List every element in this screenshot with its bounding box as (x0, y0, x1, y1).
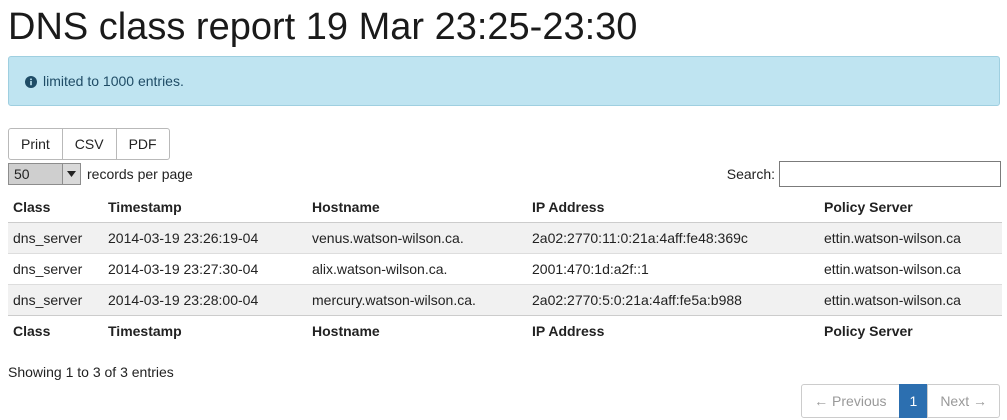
next-page-button[interactable]: Next → (927, 384, 1000, 418)
records-per-page-value: 50 (14, 166, 30, 182)
cell-policy-server: ettin.watson-wilson.ca (819, 284, 1002, 316)
pagination: ← Previous 1 Next → (801, 384, 1000, 418)
cell-class: dns_server (8, 253, 103, 285)
table-header-row: Class Timestamp Hostname IP Address Poli… (8, 192, 1002, 223)
footer-header-class: Class (8, 315, 103, 346)
cell-class: dns_server (8, 284, 103, 316)
records-per-page-label: records per page (87, 166, 193, 182)
csv-button[interactable]: CSV (61, 128, 117, 160)
cell-policy-server: ettin.watson-wilson.ca (819, 253, 1002, 285)
report-table: Class Timestamp Hostname IP Address Poli… (8, 192, 1002, 346)
export-buttons: Print CSV PDF (8, 128, 170, 160)
table-footer-row: Class Timestamp Hostname IP Address Poli… (8, 315, 1002, 346)
cell-policy-server: ettin.watson-wilson.ca (819, 222, 1002, 254)
column-header-hostname[interactable]: Hostname (307, 192, 527, 223)
column-header-timestamp[interactable]: Timestamp (103, 192, 307, 223)
footer-header-timestamp: Timestamp (103, 315, 307, 346)
info-alert: limited to 1000 entries. (8, 56, 1000, 106)
cell-ip-address: 2001:470:1d:a2f::1 (527, 253, 819, 285)
chevron-down-icon[interactable] (62, 164, 80, 184)
footer-header-policy-server: Policy Server (819, 315, 1002, 346)
page-1-button[interactable]: 1 (898, 384, 929, 418)
info-icon (25, 75, 37, 88)
table-row: dns_server 2014-03-19 23:27:30-04 alix.w… (8, 253, 1002, 285)
pdf-button[interactable]: PDF (115, 128, 170, 160)
alert-text: limited to 1000 entries. (43, 73, 184, 89)
cell-hostname: venus.watson-wilson.ca. (307, 222, 527, 254)
cell-timestamp: 2014-03-19 23:27:30-04 (103, 253, 307, 285)
footer-header-ip-address: IP Address (527, 315, 819, 346)
cell-class: dns_server (8, 222, 103, 254)
cell-ip-address: 2a02:2770:5:0:21a:4aff:fe5a:b988 (527, 284, 819, 316)
page-title: DNS class report 19 Mar 23:25-23:30 (8, 6, 638, 48)
previous-page-button[interactable]: ← Previous (801, 384, 900, 418)
column-header-class[interactable]: Class (8, 192, 103, 223)
cell-timestamp: 2014-03-19 23:28:00-04 (103, 284, 307, 316)
column-header-ip-address[interactable]: IP Address (527, 192, 819, 223)
records-per-page: 50 records per page (8, 163, 193, 185)
cell-hostname: mercury.watson-wilson.ca. (307, 284, 527, 316)
records-per-page-select[interactable]: 50 (8, 163, 81, 185)
table-row: dns_server 2014-03-19 23:28:00-04 mercur… (8, 284, 1002, 316)
table-info: Showing 1 to 3 of 3 entries (8, 364, 174, 380)
print-button[interactable]: Print (8, 128, 63, 160)
column-header-policy-server[interactable]: Policy Server (819, 192, 1002, 223)
search-input[interactable] (779, 161, 1001, 187)
cell-timestamp: 2014-03-19 23:26:19-04 (103, 222, 307, 254)
table-row: dns_server 2014-03-19 23:26:19-04 venus.… (8, 222, 1002, 254)
cell-hostname: alix.watson-wilson.ca. (307, 253, 527, 285)
search: Search: (727, 161, 1001, 187)
search-label: Search: (726, 166, 775, 182)
cell-ip-address: 2a02:2770:11:0:21a:4aff:fe48:369c (527, 222, 819, 254)
footer-header-hostname: Hostname (307, 315, 527, 346)
